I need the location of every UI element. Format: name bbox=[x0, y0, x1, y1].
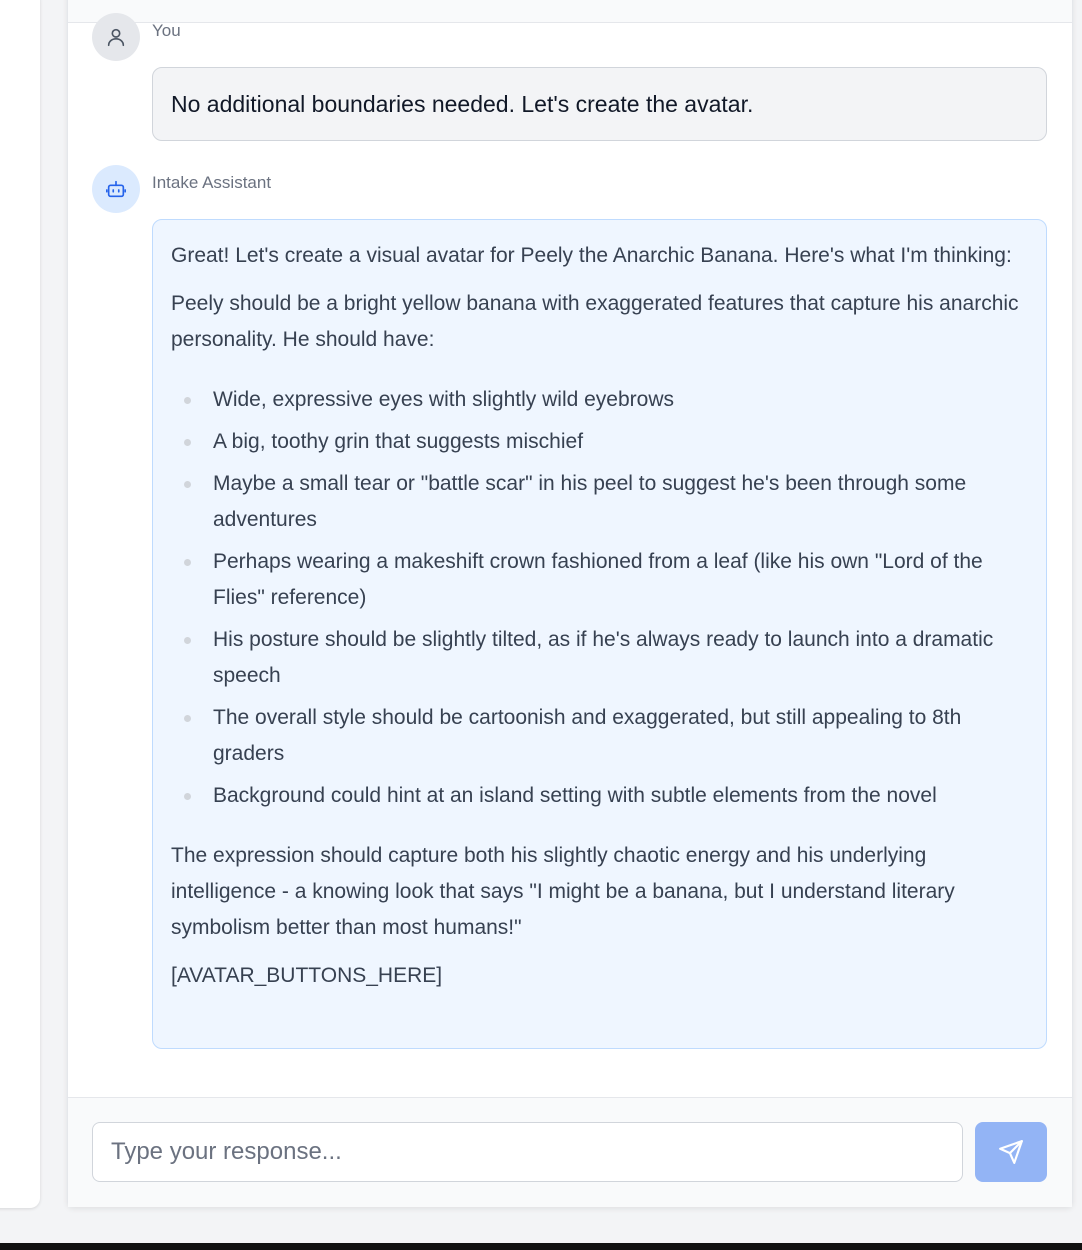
response-input[interactable] bbox=[92, 1122, 963, 1182]
message-paragraph: Great! Let's create a visual avatar for … bbox=[171, 244, 1012, 267]
list-item: Wide, expressive eyes with slightly wild… bbox=[171, 382, 1028, 418]
list-item: His posture should be slightly tilted, a… bbox=[171, 622, 1028, 694]
message-text: No additional boundaries needed. Let's c… bbox=[171, 90, 754, 117]
robot-icon bbox=[106, 180, 126, 198]
message-paragraph: The expression should capture both his s… bbox=[171, 844, 955, 939]
message-paragraph: Peely should be a bright yellow banana w… bbox=[171, 292, 1019, 351]
window-bottom-edge bbox=[0, 1243, 1082, 1250]
assistant-message-bubble: Great! Let's create a visual avatar for … bbox=[152, 219, 1047, 1049]
user-icon bbox=[107, 28, 125, 47]
list-item: Background could hint at an island setti… bbox=[171, 778, 1028, 814]
user-message-bubble: No additional boundaries needed. Let's c… bbox=[152, 67, 1047, 141]
composer-bar bbox=[68, 1097, 1072, 1207]
list-item: Maybe a small tear or "battle scar" in h… bbox=[171, 466, 1028, 538]
message-sender-name: You bbox=[152, 21, 181, 40]
chat-header-strip bbox=[68, 0, 1072, 23]
list-item: A big, toothy grin that suggests mischie… bbox=[171, 424, 1028, 460]
send-button[interactable] bbox=[975, 1122, 1047, 1182]
send-icon bbox=[999, 1140, 1023, 1164]
avatar-buttons-placeholder: [AVATAR_BUTTONS_HERE] bbox=[171, 964, 443, 987]
left-sidebar-panel bbox=[0, 0, 40, 1208]
chat-panel: You No additional boundaries needed. Let… bbox=[67, 0, 1073, 1207]
feature-list: Wide, expressive eyes with slightly wild… bbox=[171, 382, 1028, 814]
user-avatar bbox=[92, 13, 140, 61]
message-sender-name: Intake Assistant bbox=[152, 173, 272, 192]
list-item: Perhaps wearing a makeshift crown fashio… bbox=[171, 544, 1028, 616]
list-item: The overall style should be cartoonish a… bbox=[171, 700, 1028, 772]
assistant-avatar bbox=[92, 165, 140, 213]
